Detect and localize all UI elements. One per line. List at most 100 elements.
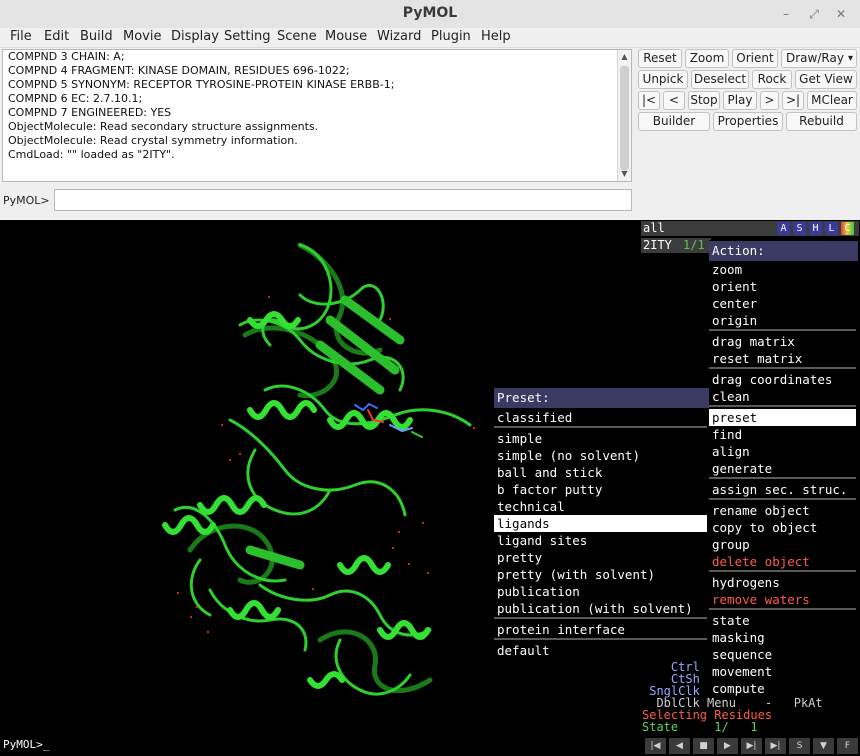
object-name: 2ITY <box>643 238 672 252</box>
action-toggle[interactable]: A <box>777 222 790 235</box>
previous-frame-button[interactable]: < <box>663 91 685 110</box>
preset-ball-and-stick[interactable]: ball and stick <box>494 464 707 481</box>
action-generate[interactable]: generate <box>709 460 856 477</box>
preset-simple-no-solvent[interactable]: simple (no solvent) <box>494 447 707 464</box>
builder-button[interactable]: Builder <box>638 112 710 131</box>
action-state[interactable]: state <box>709 612 856 629</box>
hide-toggle[interactable]: H <box>809 222 822 235</box>
properties-button[interactable]: Properties <box>713 112 783 131</box>
orient-button[interactable]: Orient <box>732 49 778 68</box>
action-sequence[interactable]: sequence <box>709 646 856 663</box>
menu-edit[interactable]: Edit <box>44 29 69 44</box>
action-remove-waters[interactable]: remove waters <box>709 591 856 608</box>
preset-publication[interactable]: publication <box>494 583 707 600</box>
all-object-row[interactable]: all A S H L C <box>641 221 859 236</box>
scroll-down-icon[interactable]: ▼ <box>618 169 631 178</box>
preset-b-factor-putty[interactable]: b factor putty <box>494 481 707 498</box>
first-frame-button[interactable]: |< <box>638 91 660 110</box>
action-rename-object[interactable]: rename object <box>709 502 856 519</box>
reset-button[interactable]: Reset <box>638 49 682 68</box>
action-center[interactable]: center <box>709 295 856 312</box>
action-find[interactable]: find <box>709 426 856 443</box>
menu-plugin[interactable]: Plugin <box>431 29 471 44</box>
last-frame-button[interactable]: >| <box>782 91 804 110</box>
preset-ligand-sites[interactable]: ligand sites <box>494 532 707 549</box>
scroll-up-icon[interactable]: ▲ <box>618 52 631 61</box>
menu-separator <box>494 638 707 640</box>
preset-pretty[interactable]: pretty <box>494 549 707 566</box>
action-drag-matrix[interactable]: drag matrix <box>709 333 856 350</box>
play-button[interactable]: Play <box>723 91 757 110</box>
action-copy-to-object[interactable]: copy to object <box>709 519 856 536</box>
action-reset-matrix[interactable]: reset matrix <box>709 350 856 367</box>
action-movement[interactable]: movement <box>709 663 856 680</box>
menu-movie[interactable]: Movie <box>123 29 161 44</box>
unpick-button[interactable]: Unpick <box>638 70 688 89</box>
viewer-prompt[interactable]: PyMOL>_ <box>0 737 640 756</box>
play-icon[interactable]: ▶ <box>717 738 738 754</box>
preset-ligands[interactable]: ligands <box>494 515 707 532</box>
color-toggle[interactable]: C <box>841 222 854 235</box>
preset-simple[interactable]: simple <box>494 430 707 447</box>
menu-mouse[interactable]: Mouse <box>325 29 367 44</box>
action-preset[interactable]: preset <box>709 409 856 426</box>
preset-classified[interactable]: classified <box>494 409 707 426</box>
action-align[interactable]: align <box>709 443 856 460</box>
log-scrollbar[interactable]: ▲ ▼ <box>617 50 631 181</box>
forward-icon[interactable]: ▶| <box>741 738 762 754</box>
minimize-icon[interactable]: – <box>776 4 796 24</box>
draw-ray-label: Draw/Ray <box>786 51 844 65</box>
action-assign-sec-struc[interactable]: assign sec. struc. <box>709 481 856 498</box>
menu-file[interactable]: File <box>10 29 32 44</box>
menu-scene[interactable]: Scene <box>277 29 317 44</box>
deselect-button[interactable]: Deselect <box>691 70 749 89</box>
state-readout: State 1/ 1 <box>642 720 758 734</box>
mclear-button[interactable]: MClear <box>807 91 857 110</box>
action-zoom[interactable]: zoom <box>709 261 856 278</box>
menu-setting[interactable]: Setting <box>224 29 271 44</box>
rewind-icon[interactable]: |◀ <box>645 738 666 754</box>
menu-build[interactable]: Build <box>80 29 113 44</box>
sequence-toggle[interactable]: S <box>789 738 810 754</box>
log-line: COMPND 7 ENGINEERED: YES <box>8 106 172 119</box>
menu-separator <box>709 608 856 610</box>
menu-down-icon[interactable]: ▼ <box>813 738 834 754</box>
action-compute[interactable]: compute <box>709 680 856 697</box>
menu-help[interactable]: Help <box>481 29 511 44</box>
close-icon[interactable]: ✕ <box>831 4 851 24</box>
show-toggle[interactable]: S <box>793 222 806 235</box>
action-masking[interactable]: masking <box>709 629 856 646</box>
command-input[interactable] <box>54 189 632 211</box>
restore-icon[interactable]: ⤢ <box>804 4 824 24</box>
action-delete-object[interactable]: delete object <box>709 553 856 570</box>
menu-wizard[interactable]: Wizard <box>377 29 421 44</box>
action-drag-coordinates[interactable]: drag coordinates <box>709 371 856 388</box>
action-origin[interactable]: origin <box>709 312 856 329</box>
label-toggle[interactable]: L <box>825 222 838 235</box>
preset-pretty-with-solvent[interactable]: pretty (with solvent) <box>494 566 707 583</box>
back-icon[interactable]: ◀ <box>669 738 690 754</box>
preset-technical[interactable]: technical <box>494 498 707 515</box>
preset-protein-interface[interactable]: protein interface <box>494 621 707 638</box>
output-log[interactable]: COMPND 3 CHAIN: A; COMPND 4 FRAGMENT: KI… <box>2 49 632 182</box>
action-clean[interactable]: clean <box>709 388 856 405</box>
stop-button[interactable]: Stop <box>688 91 720 110</box>
draw-ray-button[interactable]: Draw/Ray ▾ <box>781 49 857 68</box>
zoom-button[interactable]: Zoom <box>685 49 729 68</box>
log-line: ObjectMolecule: Read secondary structure… <box>8 120 319 133</box>
action-hydrogens[interactable]: hydrogens <box>709 574 856 591</box>
preset-default[interactable]: default <box>494 642 707 659</box>
fullscreen-toggle[interactable]: F <box>837 738 858 754</box>
end-icon[interactable]: ▶| <box>765 738 786 754</box>
log-scroll-thumb[interactable] <box>620 66 629 170</box>
action-orient[interactable]: orient <box>709 278 856 295</box>
get-view-button[interactable]: Get View <box>795 70 857 89</box>
next-frame-button[interactable]: > <box>760 91 779 110</box>
menu-display[interactable]: Display <box>171 29 219 44</box>
rock-button[interactable]: Rock <box>752 70 792 89</box>
preset-publication-with-solvent[interactable]: publication (with solvent) <box>494 600 707 617</box>
rebuild-button[interactable]: Rebuild <box>786 112 857 131</box>
stop-icon[interactable]: ■ <box>693 738 714 754</box>
object-row-2ity[interactable]: 2ITY 1/1 <box>641 238 711 253</box>
action-group[interactable]: group <box>709 536 856 553</box>
